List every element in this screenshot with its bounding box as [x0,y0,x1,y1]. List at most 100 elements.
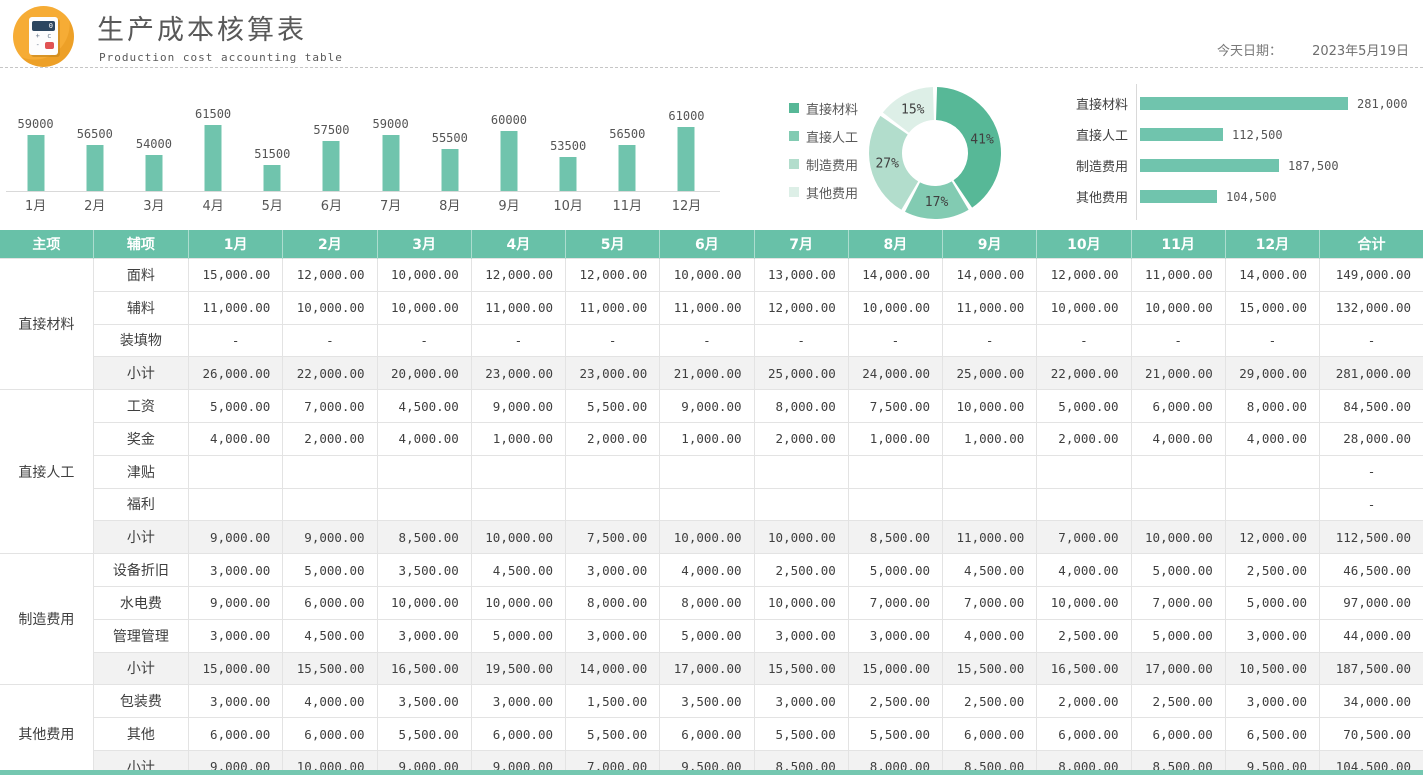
value-cell[interactable]: 10,000.00 [377,259,471,292]
value-cell[interactable]: 3,000.00 [377,619,471,652]
row-label-cell[interactable]: 福利 [93,488,188,521]
value-cell[interactable] [471,455,565,488]
value-cell[interactable]: - [1037,324,1131,357]
value-cell[interactable]: 4,000.00 [377,422,471,455]
value-cell[interactable]: 3,000.00 [1225,685,1319,718]
value-cell[interactable]: 70,500.00 [1320,718,1423,751]
value-cell[interactable] [943,455,1037,488]
value-cell[interactable]: - [189,324,283,357]
value-cell[interactable]: 10,500.00 [1225,652,1319,685]
value-cell[interactable]: 10,000.00 [943,390,1037,423]
value-cell[interactable] [283,455,377,488]
value-cell[interactable]: 5,000.00 [189,390,283,423]
value-cell[interactable]: - [1320,324,1423,357]
column-header-11月[interactable]: 11月 [1131,230,1225,259]
value-cell[interactable]: 132,000.00 [1320,291,1423,324]
value-cell[interactable]: 22,000.00 [283,357,377,390]
value-cell[interactable]: 28,000.00 [1320,422,1423,455]
value-cell[interactable]: 17,000.00 [660,652,754,685]
group-cell-制造费用[interactable]: 制造费用 [0,554,93,685]
value-cell[interactable]: 4,000.00 [283,685,377,718]
value-cell[interactable]: 15,000.00 [848,652,942,685]
value-cell[interactable] [660,455,754,488]
value-cell[interactable]: 4,500.00 [283,619,377,652]
row-label-cell[interactable]: 面料 [93,259,188,292]
value-cell[interactable]: 10,000.00 [660,521,754,554]
value-cell[interactable]: 12,000.00 [283,259,377,292]
value-cell[interactable]: 4,500.00 [377,390,471,423]
value-cell[interactable]: 22,000.00 [1037,357,1131,390]
value-cell[interactable]: 7,000.00 [943,586,1037,619]
value-cell[interactable]: 16,500.00 [1037,652,1131,685]
value-cell[interactable]: 1,000.00 [471,422,565,455]
column-header-12月[interactable]: 12月 [1225,230,1319,259]
value-cell[interactable]: 4,000.00 [660,554,754,587]
value-cell[interactable] [1225,488,1319,521]
value-cell[interactable]: 44,000.00 [1320,619,1423,652]
value-cell[interactable]: 5,000.00 [471,619,565,652]
value-cell[interactable]: 1,000.00 [848,422,942,455]
value-cell[interactable]: 2,000.00 [1037,422,1131,455]
value-cell[interactable]: 112,500.00 [1320,521,1423,554]
value-cell[interactable]: 3,500.00 [660,685,754,718]
value-cell[interactable]: 14,000.00 [1225,259,1319,292]
value-cell[interactable]: 4,000.00 [1131,422,1225,455]
value-cell[interactable]: 6,000.00 [189,718,283,751]
value-cell[interactable]: 3,000.00 [754,619,848,652]
value-cell[interactable]: 5,500.00 [566,390,660,423]
value-cell[interactable]: 24,000.00 [848,357,942,390]
value-cell[interactable]: 2,000.00 [754,422,848,455]
value-cell[interactable]: 6,000.00 [1131,390,1225,423]
value-cell[interactable]: 1,000.00 [943,422,1037,455]
value-cell[interactable]: 6,000.00 [660,718,754,751]
value-cell[interactable]: 2,500.00 [1131,685,1225,718]
value-cell[interactable]: 11,000.00 [943,291,1037,324]
value-cell[interactable] [1225,455,1319,488]
value-cell[interactable]: 14,000.00 [566,652,660,685]
value-cell[interactable]: 23,000.00 [566,357,660,390]
value-cell[interactable]: 5,000.00 [1131,554,1225,587]
value-cell[interactable]: 10,000.00 [754,586,848,619]
value-cell[interactable]: 10,000.00 [283,291,377,324]
value-cell[interactable] [848,455,942,488]
value-cell[interactable]: - [754,324,848,357]
value-cell[interactable]: 5,000.00 [1225,586,1319,619]
value-cell[interactable]: 149,000.00 [1320,259,1423,292]
value-cell[interactable]: 17,000.00 [1131,652,1225,685]
row-label-cell[interactable]: 设备折旧 [93,554,188,587]
value-cell[interactable]: 14,000.00 [848,259,942,292]
value-cell[interactable]: 9,000.00 [283,521,377,554]
group-cell-直接人工[interactable]: 直接人工 [0,390,93,554]
value-cell[interactable]: 4,000.00 [1225,422,1319,455]
value-cell[interactable]: - [1225,324,1319,357]
column-header-3月[interactable]: 3月 [377,230,471,259]
value-cell[interactable]: 4,500.00 [943,554,1037,587]
value-cell[interactable]: 25,000.00 [943,357,1037,390]
value-cell[interactable]: 21,000.00 [660,357,754,390]
row-label-cell[interactable]: 装填物 [93,324,188,357]
value-cell[interactable]: 8,500.00 [377,521,471,554]
value-cell[interactable]: 5,000.00 [848,554,942,587]
value-cell[interactable]: 9,000.00 [189,521,283,554]
value-cell[interactable]: 3,000.00 [189,685,283,718]
value-cell[interactable]: 5,000.00 [1037,390,1131,423]
value-cell[interactable]: 3,000.00 [848,619,942,652]
value-cell[interactable]: 34,000.00 [1320,685,1423,718]
value-cell[interactable]: 6,500.00 [1225,718,1319,751]
value-cell[interactable]: 11,000.00 [1131,259,1225,292]
value-cell[interactable]: 10,000.00 [471,521,565,554]
value-cell[interactable]: 11,000.00 [471,291,565,324]
value-cell[interactable]: 3,000.00 [566,554,660,587]
value-cell[interactable] [754,455,848,488]
value-cell[interactable]: 11,000.00 [566,291,660,324]
cost-category-legend[interactable]: 直接材料直接人工制造费用其他费用 [789,94,858,206]
value-cell[interactable]: 13,000.00 [754,259,848,292]
group-cell-其他费用[interactable]: 其他费用 [0,685,93,775]
value-cell[interactable]: 5,500.00 [848,718,942,751]
value-cell[interactable]: 5,500.00 [377,718,471,751]
column-header-辅项[interactable]: 辅项 [93,230,188,259]
value-cell[interactable]: 10,000.00 [1131,521,1225,554]
value-cell[interactable]: 2,500.00 [848,685,942,718]
value-cell[interactable]: 5,000.00 [1131,619,1225,652]
value-cell[interactable]: - [471,324,565,357]
